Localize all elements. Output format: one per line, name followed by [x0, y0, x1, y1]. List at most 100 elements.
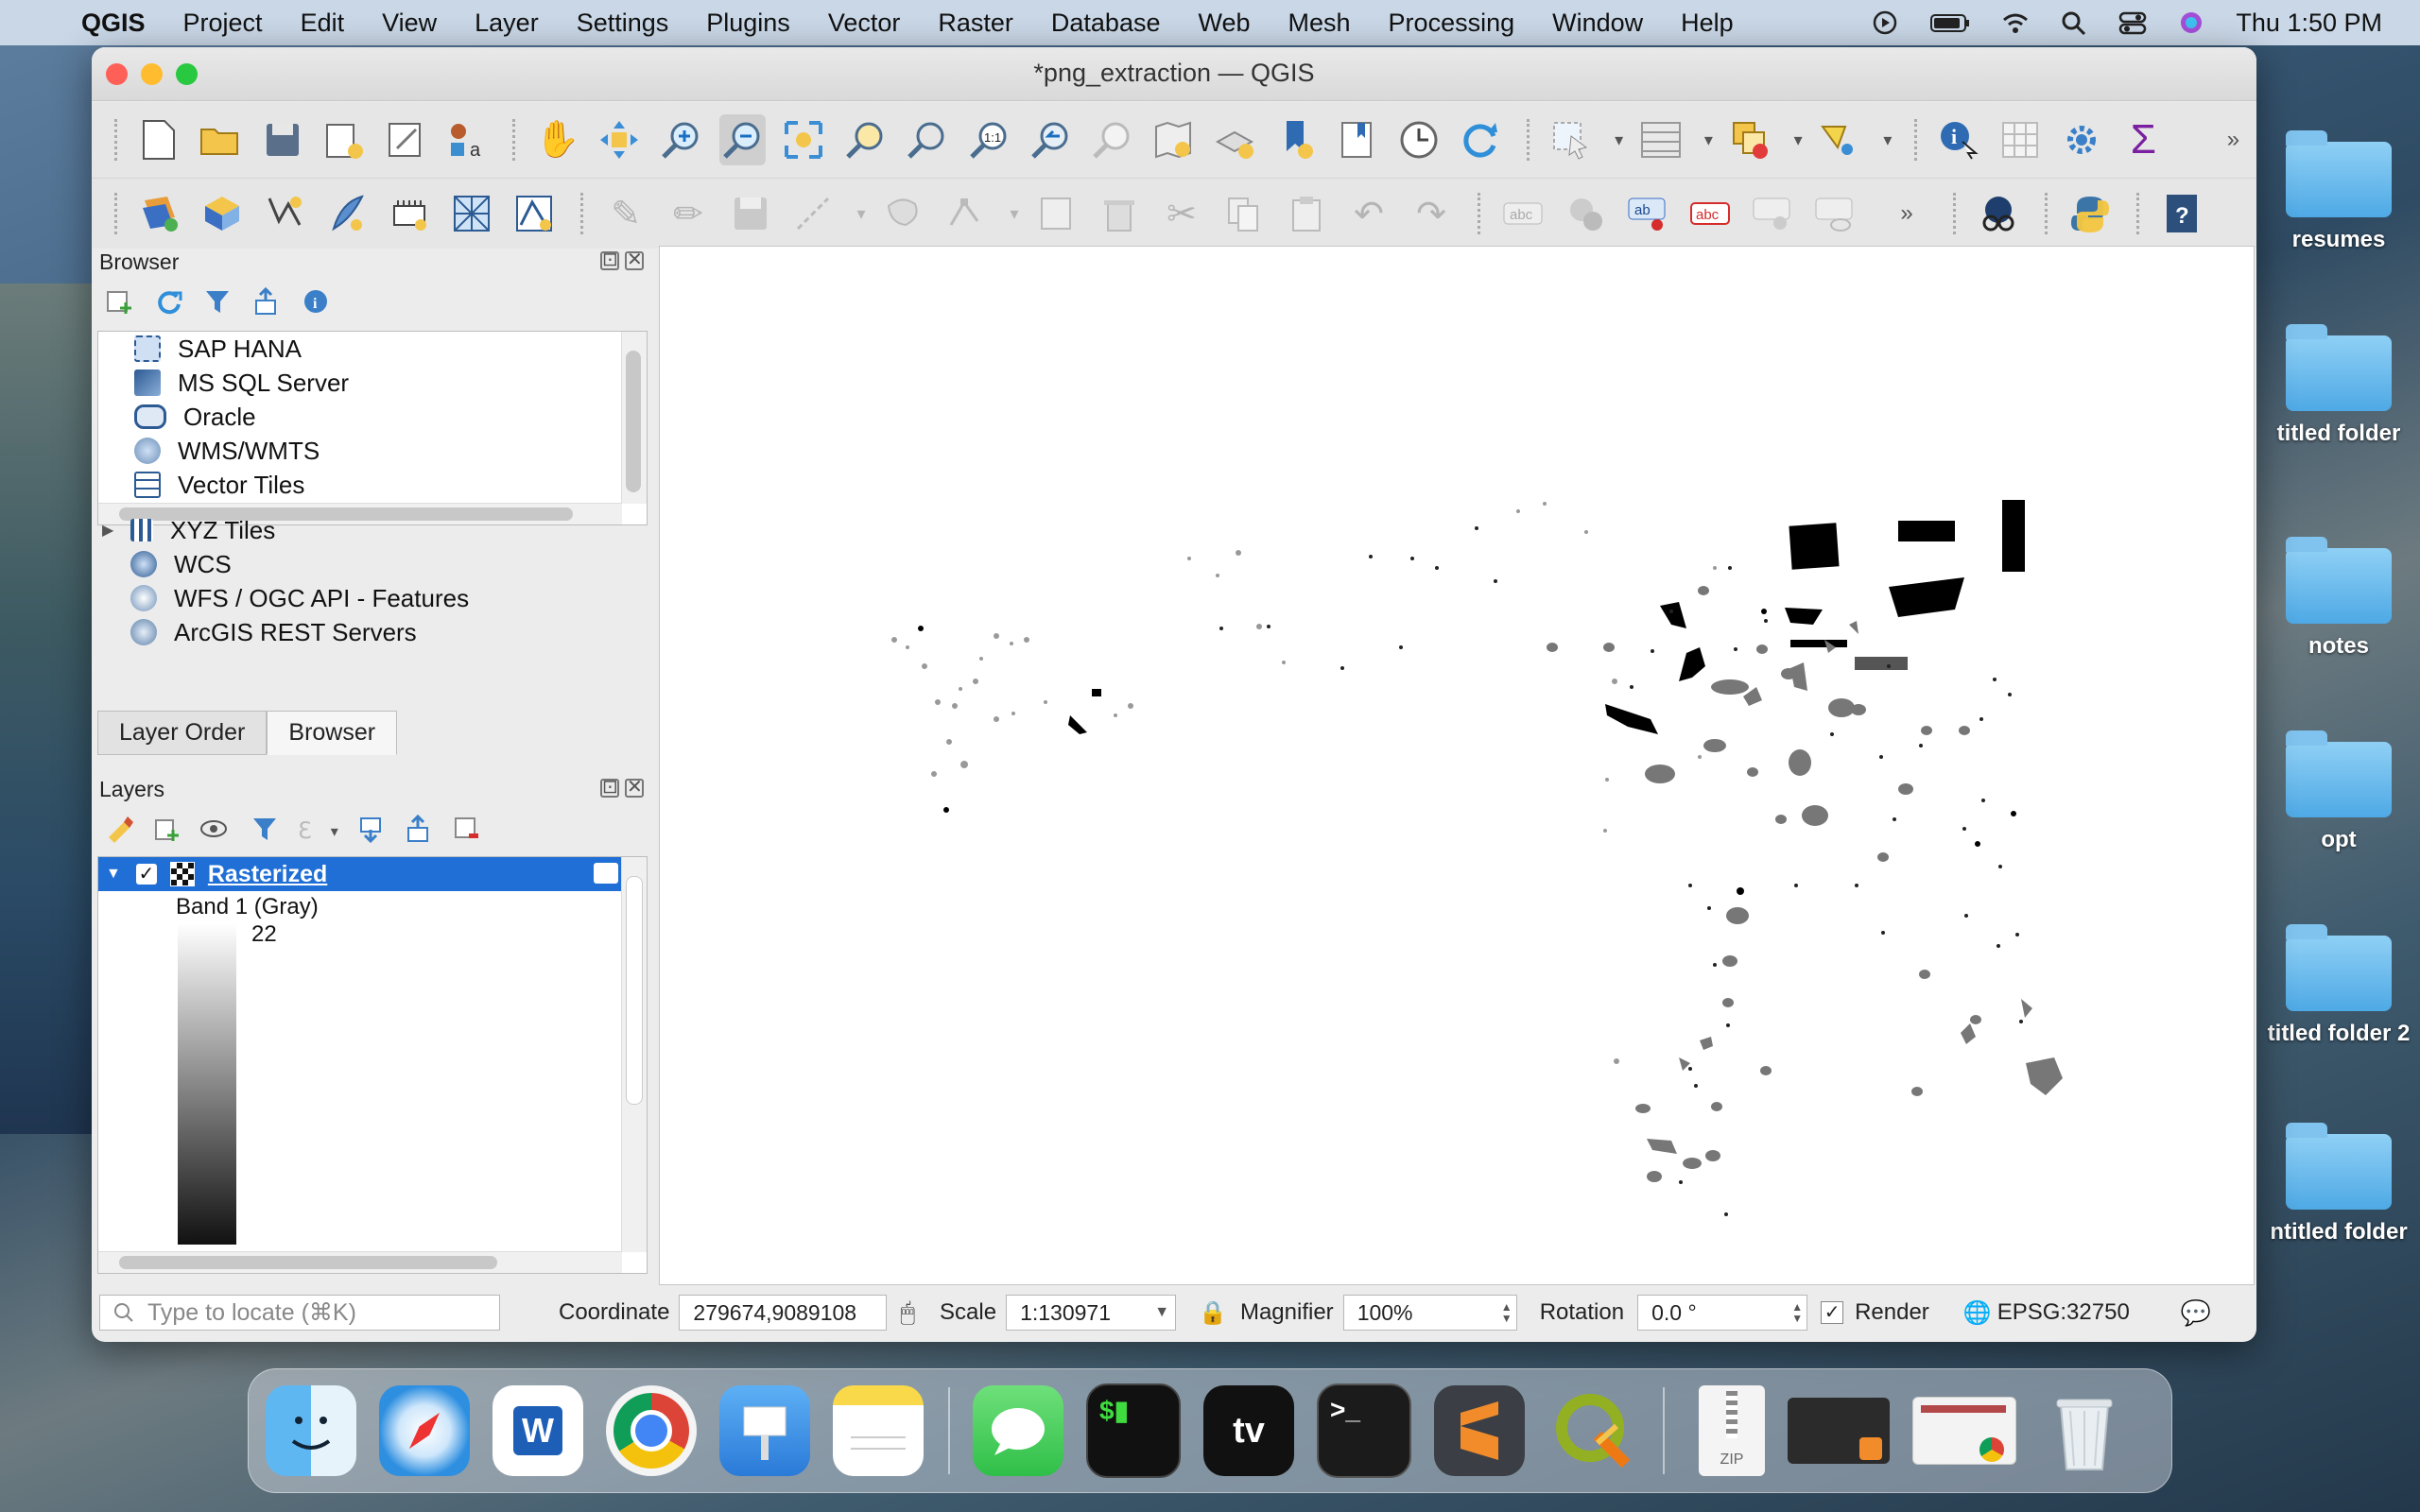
chevron-down-icon[interactable]: ▾	[331, 822, 338, 841]
browser-item-wcs[interactable]: WCS	[100, 547, 618, 581]
menu-database[interactable]: Database	[1051, 9, 1161, 38]
browser-item-wfs[interactable]: WFS / OGC API - Features	[100, 581, 618, 615]
add-polygon-feature-icon[interactable]	[880, 188, 927, 239]
sublime-text-icon[interactable]	[1434, 1385, 1525, 1476]
toolbar-grip[interactable]	[1913, 119, 1923, 161]
chevron-down-icon[interactable]: ▾	[1700, 114, 1719, 165]
new-map-view-icon[interactable]	[1150, 114, 1196, 165]
new-virtual-layer-icon[interactable]	[386, 188, 433, 239]
finder-icon[interactable]	[266, 1385, 356, 1476]
browser-item-wms-wmts[interactable]: WMS/WMTS	[98, 434, 622, 468]
new-print-layout-icon[interactable]	[320, 114, 367, 165]
messages-app-icon[interactable]	[973, 1385, 1063, 1476]
browser-vertical-scrollbar[interactable]	[621, 332, 647, 504]
filter-legend-icon[interactable]	[251, 815, 279, 848]
chevron-down-icon[interactable]: ▾	[1789, 114, 1807, 165]
crs-label[interactable]: EPSG:32750	[1997, 1299, 2130, 1326]
tab-browser[interactable]: Browser	[267, 711, 398, 755]
pan-map-icon[interactable]: ✋	[534, 114, 580, 165]
redo-icon[interactable]: ↷	[1408, 188, 1455, 239]
toggle-editing-icon[interactable]: ✏	[665, 188, 712, 239]
new-project-icon[interactable]	[136, 114, 182, 165]
layout-manager-icon[interactable]	[382, 114, 428, 165]
chevron-down-icon[interactable]: ▾	[1005, 188, 1024, 239]
menu-raster[interactable]: Raster	[938, 9, 1013, 38]
wifi-icon[interactable]	[2001, 10, 2030, 35]
rotation-spinbox[interactable]: 0.0 ° ▲ ▼	[1637, 1295, 1808, 1331]
menu-plugins[interactable]: Plugins	[706, 9, 790, 38]
measure-icon[interactable]	[1817, 114, 1863, 165]
scale-combobox[interactable]: 1:130971 ▼	[1006, 1295, 1177, 1331]
microsoft-word-icon[interactable]: W	[493, 1385, 583, 1476]
toolbar-grip[interactable]	[1478, 193, 1486, 234]
chevron-down-icon[interactable]: ▾	[1878, 114, 1897, 165]
browser-item-vector-tiles[interactable]: Vector Tiles	[98, 468, 622, 502]
globe-crs-icon[interactable]: 🌐	[1963, 1299, 1992, 1327]
toolbar-grip[interactable]	[1953, 193, 1962, 234]
new-temporary-scratch-layer-icon[interactable]	[510, 188, 558, 239]
help-contents-icon[interactable]: ?	[2158, 188, 2205, 239]
paste-features-icon[interactable]	[1283, 188, 1330, 239]
open-project-icon[interactable]	[198, 114, 244, 165]
chevron-down-icon[interactable]: ▾	[852, 188, 871, 239]
spotlight-search-icon[interactable]	[2060, 10, 2088, 36]
copy-features-icon[interactable]	[1220, 188, 1268, 239]
terminal-icon[interactable]: >_	[1317, 1383, 1411, 1478]
toolbar-grip[interactable]	[580, 193, 589, 234]
scrollbar-thumb[interactable]	[626, 351, 641, 492]
qgis-dock-icon[interactable]	[1547, 1385, 1638, 1476]
scrollbar-thumb[interactable]	[119, 1256, 497, 1269]
vertex-tool-icon[interactable]	[942, 188, 990, 239]
current-edits-icon[interactable]: ✎	[602, 188, 649, 239]
safari-icon[interactable]	[379, 1385, 470, 1476]
toolbar-grip[interactable]	[2045, 193, 2053, 234]
processing-toolbox-icon[interactable]	[2059, 114, 2105, 165]
apple-tv-icon[interactable]: tv	[1203, 1385, 1294, 1476]
desktop-folder-opt[interactable]: opt	[2257, 730, 2420, 853]
chevron-down-icon[interactable]: ▾	[1610, 114, 1629, 165]
new-spatialite-layer-icon[interactable]	[323, 188, 371, 239]
screen-record-icon[interactable]	[1871, 10, 1899, 35]
menu-app-name[interactable]: QGIS	[81, 9, 146, 38]
menu-processing[interactable]: Processing	[1389, 9, 1515, 38]
menu-layer[interactable]: Layer	[475, 9, 539, 38]
map-canvas[interactable]	[659, 246, 2255, 1285]
metasearch-icon[interactable]	[1975, 188, 2022, 239]
properties-info-icon[interactable]: i	[302, 287, 330, 320]
close-panel-icon[interactable]: ✕	[625, 250, 644, 270]
menu-mesh[interactable]: Mesh	[1288, 9, 1351, 38]
select-features-icon[interactable]	[1548, 114, 1595, 165]
diagram-options-icon[interactable]	[1562, 188, 1609, 239]
identify-features-icon[interactable]: i	[1936, 114, 1982, 165]
cut-features-icon[interactable]: ✂	[1158, 188, 1205, 239]
deselect-features-icon[interactable]	[1727, 114, 1773, 165]
layer-row-rasterized[interactable]: ▼ ✓ Rasterized	[98, 857, 622, 891]
show-bookmarks-icon[interactable]	[1335, 114, 1381, 165]
terminal-green-icon[interactable]: $▮	[1086, 1383, 1181, 1478]
battery-icon[interactable]	[1929, 10, 1971, 35]
undock-panel-icon[interactable]: ⊡	[600, 778, 619, 798]
manage-map-themes-icon[interactable]	[199, 815, 232, 848]
expand-all-icon[interactable]	[357, 815, 386, 848]
temporal-controller-icon[interactable]	[1396, 114, 1443, 165]
layers-horizontal-scrollbar[interactable]	[98, 1251, 622, 1273]
collapse-all-icon[interactable]	[252, 286, 281, 320]
python-console-icon[interactable]	[2066, 188, 2114, 239]
pin-labels-icon[interactable]	[1749, 188, 1796, 239]
desktop-folder-untitled-2[interactable]: titled folder 2	[2257, 924, 2420, 1047]
desktop-folder-resumes[interactable]: resumes	[2257, 130, 2420, 253]
tab-layer-order[interactable]: Layer Order	[97, 711, 268, 755]
desktop-folder-untitled-3[interactable]: ntitled folder	[2257, 1123, 2420, 1246]
style-manager-icon[interactable]: a	[443, 114, 490, 165]
zoom-full-icon[interactable]	[781, 114, 827, 165]
layer-labeling-abc-icon[interactable]: abc	[1686, 188, 1734, 239]
filter-browser-icon[interactable]	[203, 287, 232, 320]
render-checkbox[interactable]: ✓	[1821, 1301, 1844, 1324]
menu-view[interactable]: View	[382, 9, 437, 38]
expand-arrow-icon[interactable]: ▶	[102, 521, 113, 540]
spinbox-arrows-icon[interactable]: ▲ ▼	[1501, 1301, 1512, 1324]
statistics-sigma-icon[interactable]: Σ	[2120, 114, 2167, 165]
save-layer-edits-icon[interactable]	[727, 188, 774, 239]
zoom-to-layer-icon[interactable]	[904, 114, 950, 165]
open-layer-styling-icon[interactable]	[105, 815, 133, 848]
